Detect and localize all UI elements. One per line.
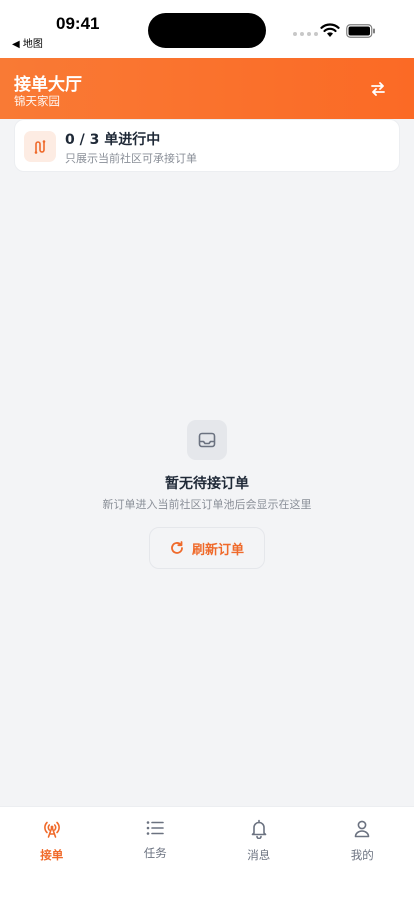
battery-icon xyxy=(346,24,375,38)
order-progress-card: 0 / 3 单进行中 只展示当前社区可承接订单 xyxy=(14,119,400,172)
tab-tasks-label: 任务 xyxy=(143,846,167,860)
tab-tasks[interactable]: 任务 xyxy=(104,807,208,877)
tab-messages[interactable]: 消息 xyxy=(207,807,311,877)
dynamic-island xyxy=(148,13,266,48)
progress-hint: 只展示当前社区可承接订单 xyxy=(65,152,197,165)
back-to-app-link[interactable]: ◀ 地图 xyxy=(12,35,43,50)
tab-messages-label: 消息 xyxy=(247,848,271,862)
community-name: 锦天家园 xyxy=(14,94,60,108)
empty-state-description: 新订单进入当前社区订单池后会显示在这里 xyxy=(102,498,312,511)
broadcast-icon xyxy=(43,821,60,838)
tab-profile[interactable]: 我的 xyxy=(311,807,414,877)
status-time: 09:41 xyxy=(56,14,100,33)
tab-profile-label: 我的 xyxy=(350,848,374,862)
tab-accept-orders-label: 接单 xyxy=(40,848,64,862)
empty-state-title: 暂无待接订单 xyxy=(165,476,249,492)
inbox-icon xyxy=(198,432,216,448)
refresh-orders-button[interactable]: 刷新订单 xyxy=(149,527,265,569)
refresh-orders-label: 刷新订单 xyxy=(191,542,244,558)
app-header: 接单大厅 锦天家园 xyxy=(0,58,414,119)
empty-state-icon-badge xyxy=(187,420,227,460)
status-bar: 09:41 ◀ 地图 xyxy=(0,0,414,58)
signal-icon xyxy=(293,32,318,36)
wifi-icon xyxy=(320,23,340,37)
bell-icon xyxy=(251,819,267,839)
swap-arrows-icon xyxy=(371,82,385,96)
route-icon-badge xyxy=(24,131,56,162)
user-icon xyxy=(354,820,370,838)
bottom-tabbar: 接单 任务 消息 我的 xyxy=(0,806,414,900)
page-title: 接单大厅 xyxy=(14,75,82,95)
tab-accept-orders[interactable]: 接单 xyxy=(0,807,104,877)
switch-community-button[interactable] xyxy=(363,75,393,103)
refresh-icon xyxy=(171,541,183,554)
route-icon xyxy=(34,139,46,154)
list-icon xyxy=(146,821,165,835)
progress-count: 0 / 3 单进行中 xyxy=(65,132,161,148)
